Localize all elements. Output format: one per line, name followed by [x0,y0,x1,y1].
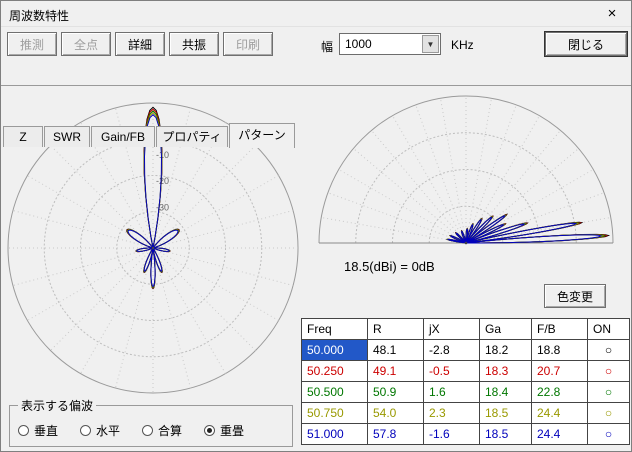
jx-cell: -1.6 [424,424,480,445]
radio-sum[interactable]: 合算 [142,422,182,439]
svg-text:-20: -20 [156,176,169,186]
table-row[interactable]: 50.750 54.0 2.3 18.5 24.4 ○ [302,403,630,424]
col-header-on: ON [588,319,630,340]
close-window-button[interactable]: 閉じる [545,32,627,56]
elevation-pattern-chart [316,89,628,257]
fb-cell: 24.4 [532,424,588,445]
all-points-button[interactable]: 全点 [61,32,111,56]
radio-icon[interactable] [204,425,215,436]
tab-z[interactable]: Z [3,126,43,147]
on-toggle[interactable]: ○ [588,403,630,424]
close-icon[interactable]: × [601,4,623,24]
gain-reference-note: 18.5(dBi) = 0dB [344,259,435,274]
jx-cell: -0.5 [424,361,480,382]
freq-cell[interactable]: 50.000 [302,340,368,361]
table-row[interactable]: 51.000 57.8 -1.6 18.5 24.4 ○ [302,424,630,445]
on-toggle[interactable]: ○ [588,382,630,403]
fb-cell: 20.7 [532,361,588,382]
radio-icon[interactable] [142,425,153,436]
r-cell: 57.8 [368,424,424,445]
fb-cell: 22.8 [532,382,588,403]
table-row[interactable]: 50.500 50.9 1.6 18.4 22.8 ○ [302,382,630,403]
radio-label: 水平 [96,422,120,439]
freq-cell[interactable]: 50.500 [302,382,368,403]
r-cell: 49.1 [368,361,424,382]
r-cell: 54.0 [368,403,424,424]
radio-horizontal[interactable]: 水平 [80,422,120,439]
table-row[interactable]: 50.250 49.1 -0.5 18.3 20.7 ○ [302,361,630,382]
radio-label: 重畳 [220,422,244,439]
unit-label: KHz [451,38,474,52]
radio-icon[interactable] [18,425,29,436]
col-header-jx: jX [424,319,480,340]
table-header-row: Freq R jX Ga F/B ON [302,319,630,340]
estimate-button[interactable]: 推測 [7,32,57,56]
resonance-button[interactable]: 共振 [169,32,219,56]
ga-cell: 18.5 [480,424,532,445]
col-header-ga: Ga [480,319,532,340]
polarization-group-label: 表示する偏波 [18,397,96,414]
col-header-freq: Freq [302,319,368,340]
tab-gain-fb[interactable]: Gain/FB [91,126,155,147]
change-color-button[interactable]: 色変更 [544,284,606,308]
radio-label: 合算 [158,422,182,439]
frequency-characteristics-window: 周波数特性 × 推測 全点 詳細 共振 印刷 幅 1000 ▼ KHz 閉じる … [0,0,632,452]
col-header-fb: F/B [532,319,588,340]
ga-cell: 18.4 [480,382,532,403]
polarization-group: 表示する偏波 垂直 水平 合算 重畳 [9,397,293,447]
ga-cell: 18.3 [480,361,532,382]
r-cell: 48.1 [368,340,424,361]
window-title: 周波数特性 [9,7,69,24]
jx-cell: 2.3 [424,403,480,424]
ga-cell: 18.2 [480,340,532,361]
tab-strip: Z SWR Gain/FB プロパティ パターン [1,62,631,86]
table-row[interactable]: 50.000 48.1 -2.8 18.2 18.8 ○ [302,340,630,361]
tab-pattern[interactable]: パターン [229,123,295,148]
freq-cell[interactable]: 51.000 [302,424,368,445]
freq-cell[interactable]: 50.250 [302,361,368,382]
freq-cell[interactable]: 50.750 [302,403,368,424]
tab-swr[interactable]: SWR [44,126,90,147]
radio-vertical[interactable]: 垂直 [18,422,58,439]
width-value: 1000 [345,37,372,51]
svg-text:-30: -30 [156,202,169,212]
svg-text:-10: -10 [156,150,169,160]
jx-cell: -2.8 [424,340,480,361]
detail-button[interactable]: 詳細 [115,32,165,56]
ga-cell: 18.5 [480,403,532,424]
r-cell: 50.9 [368,382,424,403]
frequency-table: Freq R jX Ga F/B ON 50.000 48.1 -2.8 18.… [301,318,630,445]
titlebar: 周波数特性 × [1,1,631,27]
print-button[interactable]: 印刷 [223,32,273,56]
fb-cell: 18.8 [532,340,588,361]
radio-superimpose[interactable]: 重畳 [204,422,244,439]
on-toggle[interactable]: ○ [588,340,630,361]
radio-icon[interactable] [80,425,91,436]
on-toggle[interactable]: ○ [588,361,630,382]
width-label: 幅 [321,38,333,55]
radio-label: 垂直 [34,422,58,439]
col-header-r: R [368,319,424,340]
on-toggle[interactable]: ○ [588,424,630,445]
tab-property[interactable]: プロパティ [156,126,228,147]
chevron-down-icon[interactable]: ▼ [422,35,439,53]
jx-cell: 1.6 [424,382,480,403]
width-select[interactable]: 1000 ▼ [339,33,441,55]
fb-cell: 24.4 [532,403,588,424]
tab-divider [1,85,631,86]
